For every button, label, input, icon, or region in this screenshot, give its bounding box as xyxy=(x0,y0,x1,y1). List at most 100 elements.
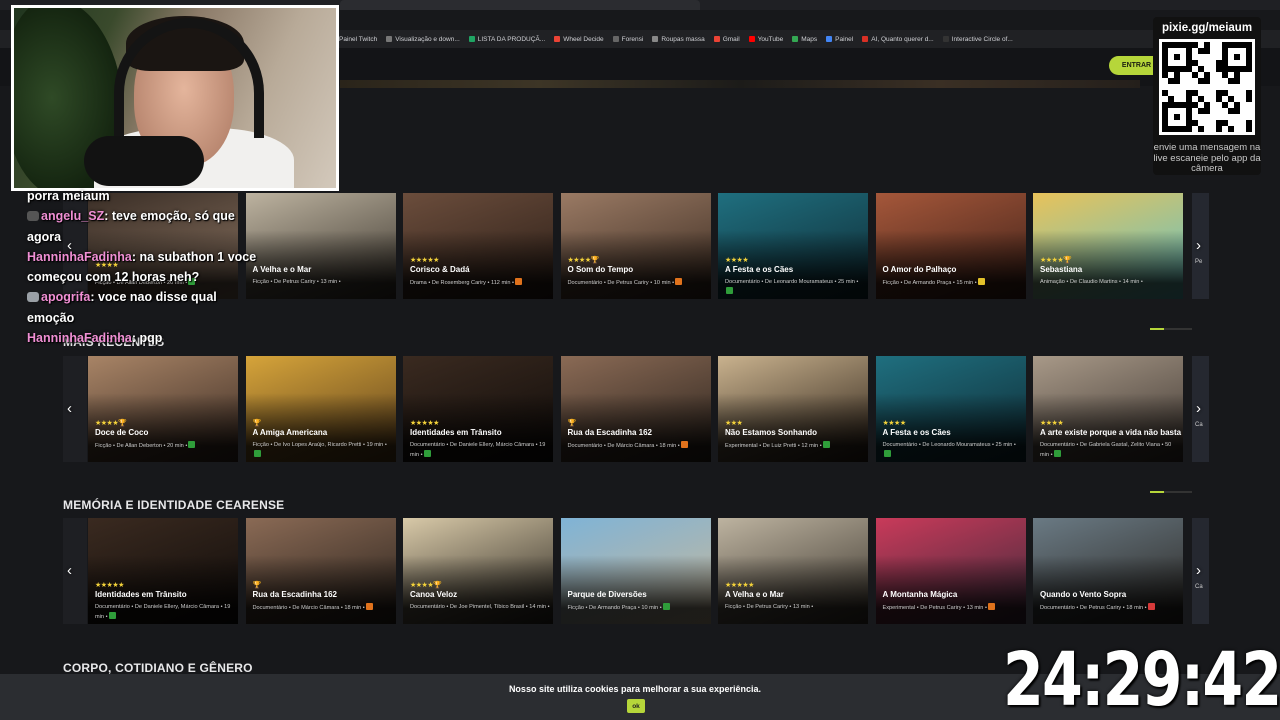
movie-title: Identidades em Trânsito xyxy=(95,590,187,599)
chevron-right-icon[interactable]: › xyxy=(1196,562,1201,579)
bookmark-item[interactable]: YouTube xyxy=(748,35,784,43)
bookmark-label: Visualização e down... xyxy=(395,35,460,43)
screen: Painel Twitch Visualização e down... LISTA… xyxy=(0,0,1280,720)
bookmark-label: Wheel Decide xyxy=(563,35,604,43)
bookmark-item[interactable]: AI, Quanto querer d... xyxy=(862,36,934,43)
bookmark-item[interactable]: Roupas massa xyxy=(652,36,705,43)
age-rating-badge-icon xyxy=(365,603,373,610)
chat-badge-icon xyxy=(27,211,39,222)
bookmark-favicon-icon xyxy=(554,36,561,42)
chevron-right-icon[interactable]: › xyxy=(1196,237,1201,254)
section-title: MEMÓRIA E IDENTIDADE CEARENSE xyxy=(63,498,285,512)
age-rating-badge-icon xyxy=(515,278,523,285)
movie-card[interactable]: ★★★★★ Identidades em Trânsito Documentário… xyxy=(88,518,238,624)
bookmark-label: YouTube xyxy=(757,35,784,43)
bookmark-item[interactable]: Gmail xyxy=(713,36,740,43)
bookmark-item[interactable]: Interactive Circle of... xyxy=(942,36,1013,43)
bookmark-favicon-icon xyxy=(826,36,833,42)
chat-message: porra meiaum xyxy=(27,186,257,206)
movie-card[interactable]: ★★★★★ Corisco & Dadá Drama • De Rosemberg … xyxy=(403,193,553,299)
bookmark-item[interactable]: Forensi xyxy=(612,36,643,43)
movie-title: A arte existe porque a vida não basta xyxy=(1040,428,1182,437)
rating-stars: ★★★★★ xyxy=(410,257,439,264)
bookmark-favicon-icon xyxy=(612,36,619,42)
movie-meta: Animação • De Claudio Martins • 14 min • xyxy=(1040,279,1143,285)
rating-stars: ★★★★🏆 xyxy=(1040,257,1072,264)
bookmark-item[interactable]: Maps xyxy=(792,36,817,43)
movie-card[interactable]: 🏆 A Amiga Americana Ficção • De Ivo Lopes … xyxy=(245,356,396,462)
chat-username: angelu_SZ xyxy=(41,209,105,224)
movie-title: Identidades em Trânsito xyxy=(410,428,502,437)
movie-title: Sebastiana xyxy=(1040,265,1083,274)
age-rating-badge-icon xyxy=(1147,603,1155,610)
rating-stars: ★★★★★ xyxy=(725,582,754,589)
age-rating-badge-icon xyxy=(883,450,891,457)
bookmark-label: Painel Twitch xyxy=(339,35,378,43)
bookmark-label: LISTA DA PRODUÇÃ... xyxy=(477,35,546,43)
bookmark-item[interactable]: Visualização e down... xyxy=(386,36,460,43)
chevron-left-icon[interactable]: ‹ xyxy=(67,400,72,417)
rating-stars: ★★★★★ xyxy=(95,582,124,589)
bookmark-favicon-icon xyxy=(748,36,755,42)
cookie-ok-button[interactable]: ok xyxy=(627,699,645,713)
rating-stars: 🏆 xyxy=(252,582,262,589)
movie-card[interactable]: A Velha e o Mar Ficção • De Petrus Cariry… xyxy=(245,193,396,299)
movie-card[interactable]: ★★★★ A arte existe porque a vida não bast… xyxy=(1033,356,1183,462)
bookmark-item[interactable]: Wheel Decide xyxy=(554,35,604,43)
movie-meta: Documentário • De Petrus Cariry • 10 min… xyxy=(568,278,708,288)
movie-card[interactable]: Quando o Vento Sopra Documentário • De Pe… xyxy=(1033,518,1183,624)
movie-title: Canoa Veloz xyxy=(410,590,458,599)
rating-stars: 🏆 xyxy=(567,420,577,427)
bookmark-favicon-icon xyxy=(386,36,393,42)
movie-card[interactable]: O Amor do Palhaço Ficção • De Armando Pra… xyxy=(875,193,1026,299)
movie-title: A Festa e os Cães xyxy=(725,265,794,274)
movie-title: Rua da Escadinha 162 xyxy=(252,590,337,599)
carousel-row: Ca ‹ › ★★★★★ Identidades em Trânsito Document… xyxy=(63,518,1209,624)
movie-meta: Documentário • De Márcio Câmara • 18 min… xyxy=(253,603,393,613)
bookmark-item[interactable]: LISTA DA PRODUÇÃ... xyxy=(468,35,546,43)
bookmark-item[interactable]: Painel xyxy=(826,36,853,43)
rating-stars: 🏆 xyxy=(252,420,262,427)
movie-card[interactable]: ★★★★ A Festa e os Cães Documentário • De L… xyxy=(875,356,1026,462)
movie-card[interactable]: ★★★★ A Festa e os Cães Documentário • De L… xyxy=(718,193,868,299)
movie-card[interactable]: ★★★★🏆 Sebastiana Animação • De Claudio Mar… xyxy=(1033,193,1183,299)
movie-card[interactable]: ★★★★🏆 Canoa Veloz Documentário • De Joe Pi… xyxy=(403,518,553,624)
chat-badge-icon xyxy=(27,292,39,303)
rating-stars: ★★★★🏆 xyxy=(567,257,600,264)
age-rating-badge-icon xyxy=(977,278,985,285)
movie-meta: Experimental • De Petrus Cariry • 13 min… xyxy=(883,603,1023,613)
chat-message: HanninhaFadinha: pqp xyxy=(27,331,163,346)
movie-meta: Documentário • De Gabriela Gastal, Zelit… xyxy=(1040,442,1172,458)
bookmark-label: Painel xyxy=(835,35,854,43)
chevron-right-icon[interactable]: › xyxy=(1196,400,1201,417)
rating-stars: ★★★★🏆 xyxy=(410,582,442,589)
movie-card[interactable]: 🏆 Rua da Escadinha 162 Documentário • De M… xyxy=(560,356,711,462)
movie-meta: Documentário • De Márcio Câmara • 18 min… xyxy=(568,441,708,451)
movie-title: Doce de Coco xyxy=(95,428,149,437)
chevron-left-icon[interactable]: ‹ xyxy=(67,562,72,579)
carousel-progress xyxy=(1150,491,1192,493)
movie-card[interactable]: ★★★ Não Estamos Sonhando Experimental • De… xyxy=(718,356,868,462)
bookmark-favicon-icon xyxy=(942,36,949,42)
age-rating-badge-icon xyxy=(680,441,688,448)
webcam-overlay xyxy=(11,5,339,191)
movie-card[interactable]: A Montanha Mágica Experimental • De Petru… xyxy=(875,518,1026,624)
movie-card[interactable]: ★★★★🏆 Doce de Coco Ficção • De Allan Deber… xyxy=(88,356,238,462)
qr-code xyxy=(1159,39,1255,135)
rating-stars: ★★★★★ xyxy=(410,420,439,427)
qr-title: pixie.gg/meiaum xyxy=(1161,22,1253,34)
chat-text: porra meiaum xyxy=(27,189,110,203)
active-tab[interactable] xyxy=(340,0,700,10)
rating-stars: ★★★★🏆 xyxy=(95,420,127,427)
movie-card[interactable]: Parque de Diversões Ficção • De Armando P… xyxy=(560,518,711,624)
movie-title: O Som do Tempo xyxy=(567,265,634,274)
movie-meta: Documentário • De Daniele Ellery, Márcio… xyxy=(95,604,231,620)
movie-meta: Documentário • De Leonardo Mouramateus •… xyxy=(725,278,865,297)
movie-card[interactable]: ★★★★🏆 O Som do Tempo Documentário • De Pet… xyxy=(560,193,711,299)
movie-card[interactable]: ★★★★★ A Velha e o Mar Ficção • De Petrus C… xyxy=(718,518,868,624)
rating-stars: ★★★★ xyxy=(882,420,907,427)
movie-card[interactable]: ★★★★★ Identidades em Trânsito Documentário… xyxy=(403,356,553,462)
bookmark-favicon-icon xyxy=(792,36,799,42)
microphone-icon xyxy=(84,136,204,186)
movie-card[interactable]: 🏆 Rua da Escadinha 162 Documentário • De M… xyxy=(245,518,396,624)
